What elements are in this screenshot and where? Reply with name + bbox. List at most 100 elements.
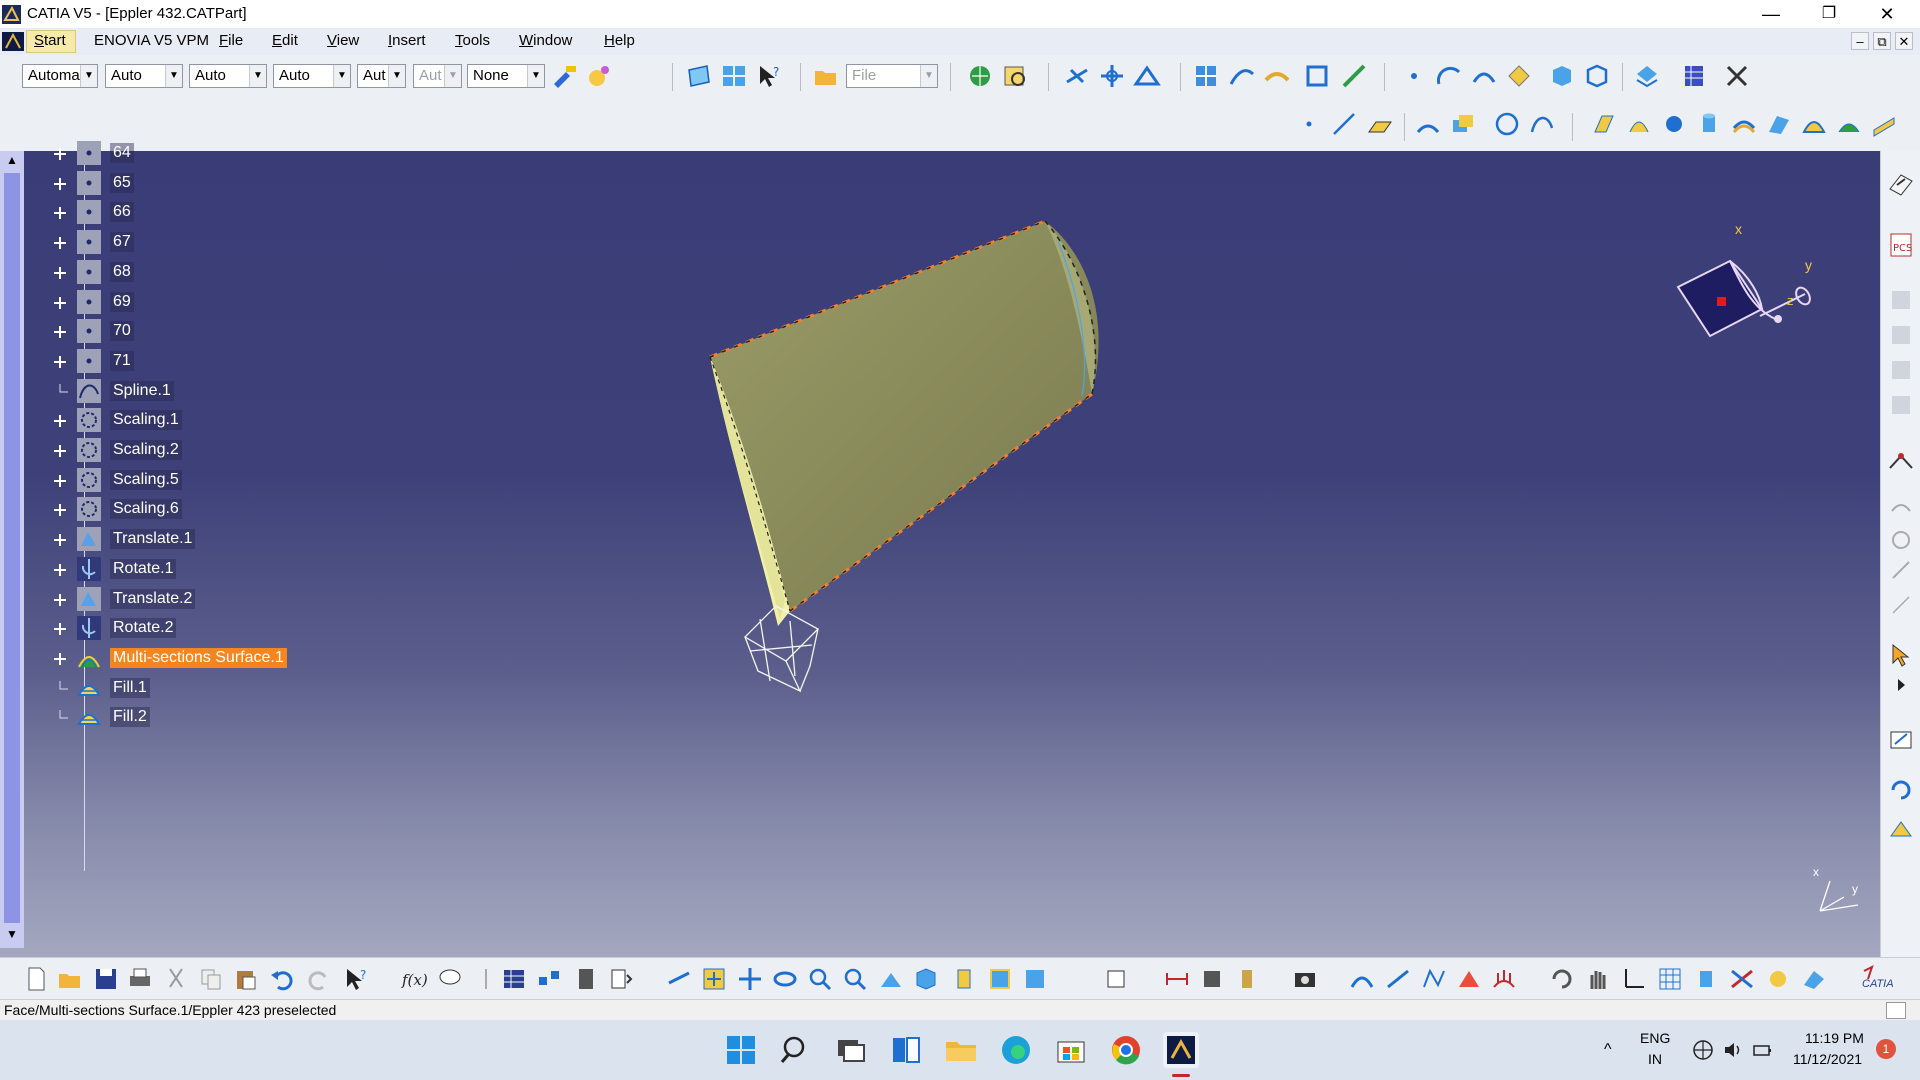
expand-plus-icon[interactable]	[52, 354, 68, 370]
expand-plus-icon[interactable]	[52, 324, 68, 340]
expand-plus-icon[interactable]	[52, 295, 68, 311]
color-analysis-icon[interactable]	[1728, 965, 1756, 993]
file-combo[interactable]: File ▼	[846, 64, 938, 88]
paste-icon[interactable]	[232, 965, 260, 993]
deviation-icon[interactable]	[1887, 556, 1915, 584]
file-explorer-icon[interactable]	[943, 1032, 979, 1068]
expand-plus-icon[interactable]	[52, 205, 68, 221]
expand-plus-icon[interactable]	[52, 502, 68, 518]
tree-node-label[interactable]: Scaling.5	[110, 469, 182, 490]
menu-enovia[interactable]: ENOVIA V5 VPM	[94, 32, 209, 49]
reference-element-icon[interactable]	[1887, 816, 1915, 844]
zoom-out-icon[interactable]	[841, 965, 869, 993]
catia-document-icon[interactable]	[2, 32, 24, 51]
tree-node-label[interactable]: Scaling.2	[110, 440, 182, 460]
geometry-analysis-icon[interactable]	[1348, 965, 1376, 993]
catalog-browser-icon[interactable]	[1001, 62, 1029, 90]
tree-node-label[interactable]: 65	[110, 172, 134, 193]
line-icon[interactable]	[1330, 110, 1358, 138]
command-input-icon[interactable]	[1886, 1002, 1906, 1019]
curve-icon[interactable]	[1228, 62, 1256, 90]
tree-node[interactable]: Fill.2	[24, 702, 404, 736]
sweep-icon[interactable]	[1263, 62, 1291, 90]
redo-icon[interactable]	[305, 965, 333, 993]
menu-start[interactable]: Start	[34, 32, 66, 49]
tree-node-label[interactable]: 64	[110, 143, 134, 163]
tree-node-label[interactable]: 69	[110, 291, 134, 312]
pan-icon[interactable]	[736, 965, 764, 993]
new-file-icon[interactable]	[22, 965, 50, 993]
search-icon[interactable]	[778, 1032, 814, 1068]
capture-icon[interactable]	[1291, 965, 1319, 993]
blend-icon[interactable]	[1870, 110, 1898, 138]
projection-icon[interactable]	[1414, 110, 1442, 138]
store-icon[interactable]	[1053, 1032, 1089, 1068]
draft-analysis-icon[interactable]	[1455, 965, 1483, 993]
menu-window[interactable]: Window	[519, 32, 572, 49]
point-tool-icon[interactable]	[1400, 62, 1428, 90]
chrome-icon[interactable]	[1108, 1032, 1144, 1068]
whats-this-icon[interactable]: ?	[755, 62, 783, 90]
sketch-icon[interactable]	[685, 62, 713, 90]
update-icon[interactable]	[1887, 776, 1915, 804]
tree-node-label[interactable]: Multi-sections Surface.1	[110, 647, 287, 668]
cylinder-view-icon[interactable]	[1692, 965, 1720, 993]
plane-system-icon[interactable]	[1098, 62, 1126, 90]
expand-plus-icon[interactable]	[52, 235, 68, 251]
porcupine-analysis-icon[interactable]	[1490, 965, 1518, 993]
point-small-icon[interactable]	[1295, 110, 1323, 138]
line-type-combo[interactable]: Auto ▼	[273, 64, 351, 88]
layer-combo[interactable]: None ▼	[467, 64, 545, 88]
fit-all-icon[interactable]	[700, 965, 728, 993]
tree-node-label[interactable]: Rotate.1	[110, 558, 177, 579]
input-region[interactable]: IN	[1648, 1051, 1662, 1067]
transparency-combo[interactable]: Auto ▼	[105, 64, 183, 88]
sweep-surface-icon[interactable]	[1765, 110, 1793, 138]
normal-view-icon[interactable]	[877, 965, 905, 993]
sphere-icon[interactable]	[1660, 110, 1688, 138]
formula-icon[interactable]: f(x)	[400, 965, 428, 993]
annotation-icon[interactable]	[1887, 726, 1915, 754]
grid-icon[interactable]	[1656, 965, 1684, 993]
wireframe-grid-icon[interactable]	[1192, 62, 1220, 90]
select-cursor-icon[interactable]	[1887, 641, 1915, 669]
pcs-icon[interactable]: PCS	[1887, 231, 1915, 259]
tree-node-label[interactable]: Translate.2	[110, 588, 196, 609]
volume-icon[interactable]	[1722, 1039, 1744, 1066]
tree-node-label[interactable]: 68	[110, 261, 134, 282]
zoom-in-icon[interactable]	[806, 965, 834, 993]
menu-edit[interactable]: Edit	[272, 32, 298, 49]
expand-plus-icon[interactable]	[52, 146, 68, 162]
catalog-2-icon[interactable]	[1887, 321, 1915, 349]
multi-sections-tool-icon[interactable]	[1835, 110, 1863, 138]
join-icon[interactable]	[1303, 62, 1331, 90]
menu-view[interactable]: View	[327, 32, 359, 49]
tree-node-label[interactable]: 67	[110, 232, 134, 253]
expand-plus-icon[interactable]	[52, 413, 68, 429]
menu-help[interactable]: Help	[604, 32, 635, 49]
arc-icon[interactable]	[1435, 62, 1463, 90]
work-on-support-icon[interactable]	[1133, 62, 1161, 90]
revolve-surface-icon[interactable]	[1625, 110, 1653, 138]
point-symbol-combo[interactable]: Aut ▼	[357, 64, 406, 88]
shading-icon[interactable]	[950, 965, 978, 993]
swap-space-icon[interactable]	[1021, 965, 1049, 993]
whats-this-bottom-icon[interactable]: ?	[342, 965, 370, 993]
menu-insert[interactable]: Insert	[388, 32, 426, 49]
material-view-icon[interactable]	[1800, 965, 1828, 993]
diamond-tool-icon[interactable]	[1505, 62, 1533, 90]
curvature-analysis-icon[interactable]	[1420, 965, 1448, 993]
copy-icon[interactable]	[197, 965, 225, 993]
parameter-icon[interactable]	[472, 965, 500, 993]
connect-checker-icon[interactable]	[1384, 965, 1412, 993]
undo-icon[interactable]	[268, 965, 296, 993]
expand-plus-icon[interactable]	[52, 265, 68, 281]
notification-badge[interactable]: 1	[1876, 1039, 1896, 1059]
offset-icon[interactable]	[1730, 110, 1758, 138]
mdi-close-button[interactable]: ✕	[1895, 32, 1913, 50]
mdi-restore-button[interactable]: ⧉	[1873, 32, 1891, 50]
close-button[interactable]: ✕	[1858, 0, 1916, 28]
axis-system-icon[interactable]	[1063, 62, 1091, 90]
windows-start-icon[interactable]	[723, 1032, 759, 1068]
expand-plus-icon[interactable]	[52, 443, 68, 459]
